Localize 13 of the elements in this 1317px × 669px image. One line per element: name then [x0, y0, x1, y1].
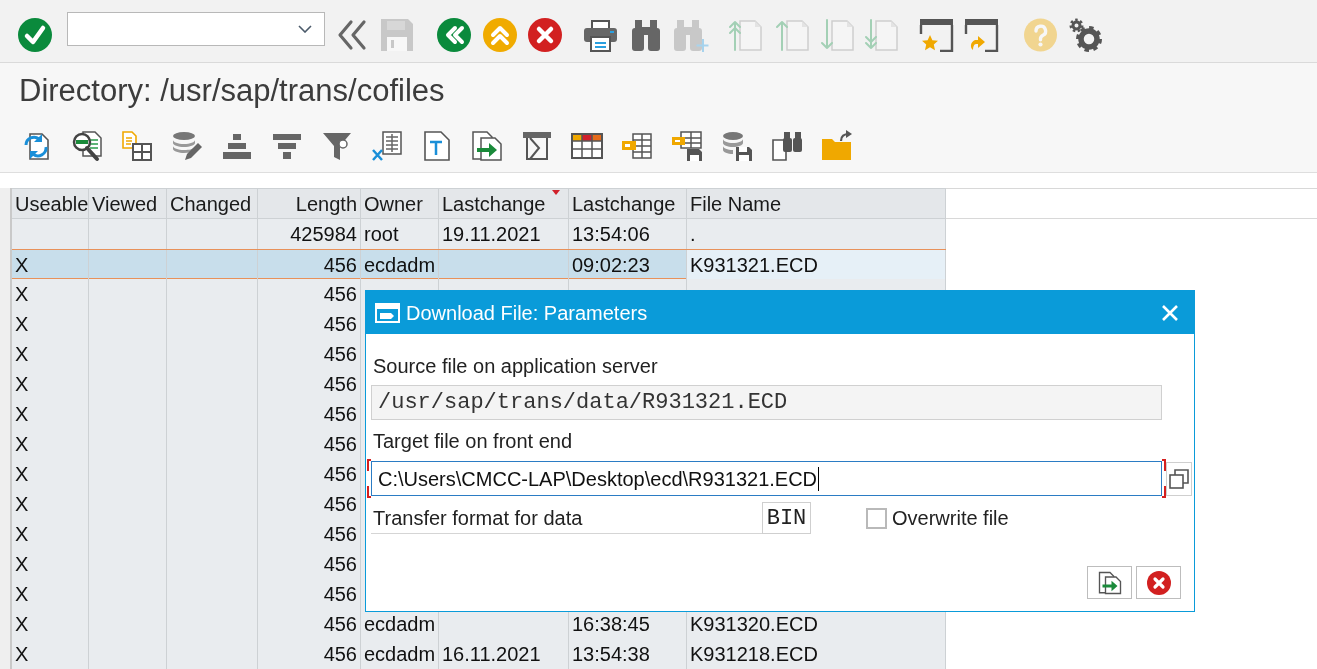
dialog-title: Download File: Parameters [406, 300, 648, 326]
table-cell: K931321.ECD [687, 250, 946, 280]
table-cell: K931218.ECD [687, 639, 946, 669]
table-cell: 16.11.2021 [439, 639, 569, 669]
table-cell: 456 [258, 639, 361, 669]
checkbox-label: Overwrite file [892, 506, 1009, 531]
field-label: Target file on front end [373, 429, 572, 453]
table-cell: X [12, 639, 89, 669]
table-cell: 13:54:38 [569, 639, 687, 669]
page-title: Directory: /usr/sap/trans/cofiles [19, 73, 445, 108]
field-label: Source file on application server [373, 354, 658, 378]
table-cell: ecdadm [361, 639, 439, 669]
field-label: Transfer format for data [371, 502, 762, 534]
